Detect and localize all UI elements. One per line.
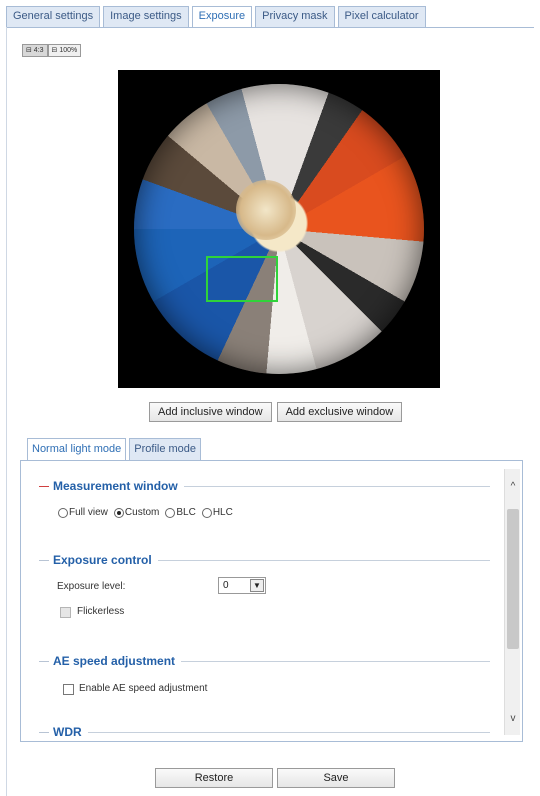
radio-custom[interactable]: Custom xyxy=(113,507,160,518)
section-title: WDR xyxy=(53,725,82,739)
tab-normal-light-mode[interactable]: Normal light mode xyxy=(27,438,127,460)
top-tab-bar: General settings Image settings Exposure… xyxy=(6,6,426,28)
radio-hlc[interactable]: HLC xyxy=(201,507,233,518)
tab-image-settings[interactable]: Image settings xyxy=(103,6,189,27)
exposure-level-select[interactable]: 0 ▼ xyxy=(218,577,266,594)
section-dash xyxy=(39,485,49,487)
flickerless-label: Flickerless xyxy=(77,606,125,617)
section-rule xyxy=(87,731,490,733)
flickerless-checkbox[interactable] xyxy=(60,607,71,618)
radio-circle-checked[interactable] xyxy=(113,507,124,518)
measurement-window-section: Measurement window xyxy=(39,479,490,495)
tab-exposure[interactable]: Exposure xyxy=(191,6,253,28)
section-title: Measurement window xyxy=(53,479,178,493)
radio-circle[interactable] xyxy=(58,507,68,518)
exposure-level-label: Exposure level: xyxy=(57,581,126,592)
tab-general-settings[interactable]: General settings xyxy=(6,6,101,27)
scroll-up-icon[interactable]: ^ xyxy=(505,479,521,495)
section-rule xyxy=(181,660,490,662)
enable-ae-speed-checkbox[interactable] xyxy=(63,684,74,695)
save-button[interactable]: Save xyxy=(277,768,395,788)
fit-view-button[interactable]: ⊟ 4:3 xyxy=(22,44,48,57)
ae-speed-section: AE speed adjustment xyxy=(39,654,490,670)
tab-pixel-calculator[interactable]: Pixel calculator xyxy=(337,6,426,27)
restore-button[interactable]: Restore xyxy=(155,768,273,788)
radio-blc[interactable]: BLC xyxy=(165,507,196,518)
radio-full-view[interactable]: Full view xyxy=(58,507,108,518)
panel-scrollbar[interactable]: ^ v xyxy=(504,469,520,735)
section-dash xyxy=(39,731,49,733)
full-size-view-button[interactable]: ⊟ 100% xyxy=(47,44,82,57)
frame-border xyxy=(6,27,7,796)
settings-panel: Measurement window Full view Custom BLC … xyxy=(20,460,523,742)
wdr-section: WDR xyxy=(39,725,490,741)
section-dash xyxy=(39,660,49,662)
radio-label: Full view xyxy=(69,507,108,518)
section-title: AE speed adjustment xyxy=(53,654,176,668)
camera-live-view[interactable] xyxy=(118,70,440,388)
scroll-down-icon[interactable]: v xyxy=(505,711,521,727)
window-buttons: Add inclusive window Add exclusive windo… xyxy=(149,402,403,422)
footer-buttons: Restore Save xyxy=(155,768,395,788)
section-rule xyxy=(183,485,490,487)
exposure-control-section: Exposure control xyxy=(39,553,490,569)
radio-label: Custom xyxy=(124,507,160,518)
fisheye-center xyxy=(236,180,296,240)
radio-circle[interactable] xyxy=(201,507,212,518)
radio-circle[interactable] xyxy=(165,507,176,518)
measurement-options: Full view Custom BLC HLC xyxy=(58,507,233,518)
add-inclusive-window-button[interactable]: Add inclusive window xyxy=(149,402,272,422)
add-exclusive-window-button[interactable]: Add exclusive window xyxy=(276,402,403,422)
radio-label: HLC xyxy=(212,507,233,518)
section-rule xyxy=(157,559,490,561)
scroll-thumb[interactable] xyxy=(507,509,519,649)
chevron-down-icon[interactable]: ▼ xyxy=(250,579,264,592)
radio-label: BLC xyxy=(176,507,196,518)
tab-divider xyxy=(6,27,534,28)
exposure-level-value: 0 xyxy=(223,580,229,591)
tab-profile-mode[interactable]: Profile mode xyxy=(129,438,202,460)
section-dash xyxy=(39,559,49,561)
enable-ae-speed-label: Enable AE speed adjustment xyxy=(79,683,208,694)
section-title: Exposure control xyxy=(53,553,152,567)
measurement-window-box[interactable] xyxy=(206,256,278,302)
view-mode-buttons: ⊟ 4:3 ⊟ 100% xyxy=(22,44,82,57)
mode-tab-bar: Normal light mode Profile mode xyxy=(27,438,202,460)
tab-privacy-mask[interactable]: Privacy mask xyxy=(255,6,335,27)
